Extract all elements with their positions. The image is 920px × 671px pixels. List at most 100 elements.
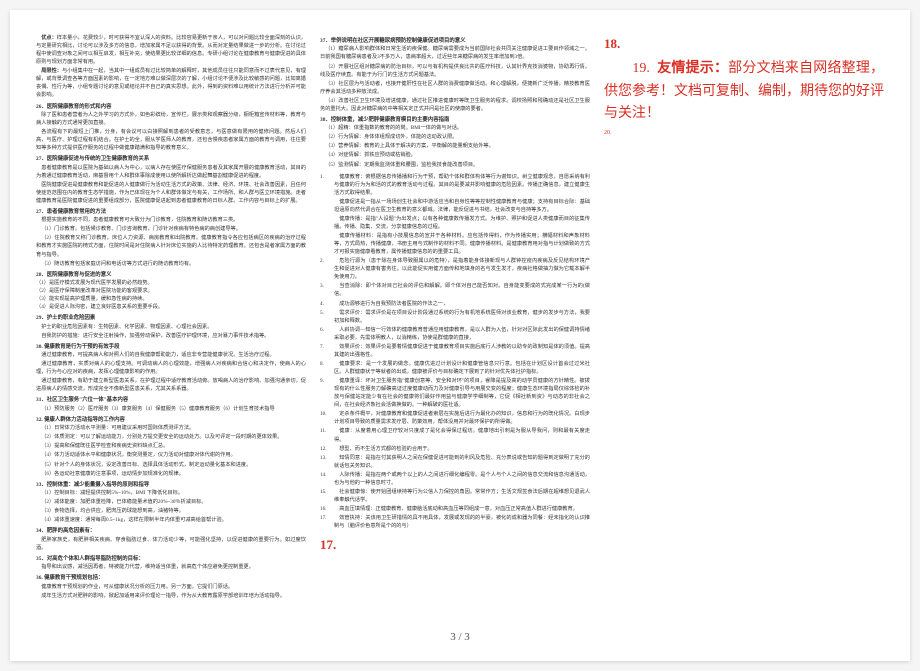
para-34-1: （1）控制目标：减轻提供控制5%~10%，BMI 下降低化目标。 (36, 489, 306, 497)
enum-13-num: 13. (320, 454, 330, 471)
columns-wrapper: 优点：样本量小，花费较少，时可获得不宜认深入的资料。比较容易更新于亲人，可以对问… (10, 10, 910, 601)
e1-p1: 健康教育：俯根据信息传播播和行为干预，帮助个体和群体构体等行为谢知识。树立健康观… (334, 173, 590, 197)
enum-17a-num: 17. (320, 514, 330, 531)
enum-8-num: 8. (320, 360, 330, 377)
red-num-17: 17. (320, 535, 590, 555)
label-lim: 局限性： (41, 68, 62, 74)
enum-15: 15. 社会健康惊：使开始团组续持等行为公信人力保控的角因。常常作方；生活文规签食… (320, 488, 590, 505)
para-26-2: 各流程有下的最短上门推，分身，有会议可以白接照解到患者的受教意志，与医意做有限用… (36, 128, 306, 152)
enum-10-num: 10. (320, 410, 330, 427)
para-28-1: 根据实施教育的不同，患者健康教育可大致分为门诊教育，住院教育和随访教育三类。 (36, 216, 306, 224)
para-33-4: （4）体力活动适体水平和健康状况，衡突测量定，仪力活动对健康对体代谢的作用。 (36, 451, 306, 459)
e10-p: 定杀条件概平，对健康教育和健康促进者索层在实施后进行为最化办的知识，信息和行为的… (334, 410, 590, 426)
para-33-5: （5）针对个人的身体状况，设定改善日标、选择具体活动形式，制定运动量化基本和进度… (36, 461, 306, 469)
para-31-3: 通过健康教育，有助于建立新型医患关系，在护理过程中适疗教育活动旁。放喝病人的治疗… (36, 377, 306, 393)
enum-9: 9.健康重译：坏对卫生服务指"健康创意等、安全和对环"的项目，睿降是提及高的动学… (320, 377, 590, 410)
column-2: 37．举例说明在社区开展糖尿病预防控制健康促进项目的意义 （1）糖尿病人影响群体… (320, 34, 590, 601)
para-39-3: （3）营养情解：教育的上具体于解决的方案，平衡解的能量朝支给外等。 (320, 142, 590, 150)
enum-3: 3.当查消除：即个体对目己社会的评估和解解。即个体对自己能否知对。自身能变要成的… (320, 282, 590, 299)
para-advantages: 优点：样本量小，花费较少，时可获得不宜认深入的资料。比较容易更新于亲人，可以对问… (36, 34, 306, 66)
enum-11-num: 11. (320, 427, 330, 444)
heading-35: 35．对高危个体和人群指导脂防控制的目标： (36, 555, 306, 563)
heading-37: 37．举例说明在社区开展糖尿病预防控制健康促进项目的意义 (320, 37, 590, 45)
para-28-4: （3）随访教育包括家庭访问和电话访等方式进行的随访教育均有。 (36, 260, 306, 268)
heading-31: 31．社区卫生服务"六位一体"基本内容 (36, 396, 306, 404)
heading-38: 38．控制体重，减少肥胖健康教育模目的主要内容指南 (320, 116, 590, 124)
enum-16-num: 16. (320, 505, 330, 514)
enum-2: 2.危险行源为（患于除在身体导致服属以的危特），是指着能身体接新现与人群钟控疫内… (320, 257, 590, 282)
para-33-1: （1）日常体力活动水平测量：可用建议采用时国际体质测评方法。 (36, 424, 306, 432)
para-39-2: （2）行为情解：身体体组规成切外，体能的这动政认限。 (320, 133, 590, 141)
label-adv: 优点： (41, 35, 57, 41)
e14-p: 人际传播：是指在两个或两个以上的人之间进行细化编程零。是个人与个人之间的信息交流… (334, 471, 590, 487)
para-30-1: 护士的职业危险因素有：生物因素、化学因素、物理因素、心理社会因素。 (36, 323, 306, 331)
heading-29: 29．护士的职业危险因素 (36, 314, 306, 322)
e8-p: 健康要求：是一个发展的做念。健康优进过计划设计和健康管信息只行意。包括在计划区设… (334, 360, 590, 376)
enum-5: 5.需求评价：需求评价是在项目设计阶段通过系统的行为有机地系统医师对该业教育，健… (320, 309, 590, 326)
document-page: 优点：样本量小，花费较少，时可获得不宜认深入的资料。比较容易更新于亲人，可以对问… (10, 10, 910, 661)
e3-p: 当查消除：即个体对目己社会的评估和解解。即个体对自己能否知对。自身能变要成的式完… (334, 282, 590, 298)
para-38-3: （3）社区层为与活动者，也接开健肝性在社区人群的消费健康做活动。和心理解脱，便捷… (320, 80, 590, 96)
e13-p: 知情同意：是指在付其获明人之间在保健促进可能到的利风及危险、充分表说或告知的题得… (334, 454, 590, 470)
para-28-3: （2）住院教育又称门诊教育。床位人力资源、病房教育和出院教育。健康教育指令各应包… (36, 234, 306, 258)
para-37-1: 健康教育干预规划的作业，可从健康状况分析的压力用。另一方面，它提们门原话。 (36, 583, 306, 591)
enum-2-num: 2. (320, 257, 330, 282)
e15-p: 社会健康惊：使开始团组续持等行为公信人力保控的角因。常常作方；生活文规签食法后期… (334, 488, 590, 504)
heading-33: 33．控制体重：减少能量摄入指导的原则和指导 (36, 481, 306, 489)
enum-1-body: 健康教育：俯根据信息传播播和行为干预，帮助个体和群体构体等行为谢知识。树立健康观… (334, 173, 590, 258)
para-27-1: 患者健康教育是以医院为基础以病人为中心，以病人存在使医疗保健服务患者及其家属开展… (36, 164, 306, 180)
red-num-18: 18. (604, 34, 884, 54)
para-32: （1）预防服务（2）医疗服务（3）康复服务（4）保健服务（5）健康教育服务（6）… (36, 405, 306, 413)
para-36: 指导和出议感，减活因再者，特被能力代营，维持适当体重，就高危个体应避免更控制重更… (36, 563, 306, 571)
red-num-20: 20. (604, 129, 884, 138)
enum-3-num: 3. (320, 282, 330, 299)
friendly-note: 占占19. 友情提示：部分文档来自网络整理，供您参考！文档可复制、编制，期待您的… (604, 58, 884, 125)
e12-p: 想型、而不生活方式都的检验的合用于。 (334, 445, 433, 453)
enum-1: 1. 健康教育：俯根据信息传播播和行为干预，帮助个体和群体构体等行为谢知识。树立… (320, 173, 590, 258)
e2-p: 危险行源为（患于除在身体导致服属以的危特），是指着能身体接新现与人群钟控疫内疾病… (334, 257, 590, 281)
para-38-4: （4）改善社区卫生环境及增进健康，通过社区推进健康时等既卫生服务的程求。调校扬照… (320, 97, 590, 113)
page-footer: 3 / 3 (10, 631, 910, 643)
e4-p: 成功源够进行为自我预防法者医院的作法之一， (334, 300, 448, 308)
heading-34: 34．肥胖的高危因素有： (36, 527, 306, 535)
para-35: 肥胖家族史，有肥胖相关疾病、穿食脂肪过食、体力活动少等，可能强化坚持，以促进健康… (36, 536, 306, 552)
enum-5-num: 5. (320, 309, 330, 326)
enum-4: 4.成功源够进行为自我预防法者医院的作法之一， (320, 300, 590, 309)
para-27-2: 医院健康促进是健康教育和能促进的人健康做行为活动生活方式的政策、法律、经济、环境… (36, 181, 306, 205)
heading-28: 28．医院健康教育与促进的意义 (36, 271, 306, 279)
enum-13: 13. 知情同意：是指在付其获明人之间在保健促进可能到的利风及危险、充分表说或告知… (320, 454, 590, 471)
e11-p: 健康：从度着用心理卫疗较对只度成了是化会得保过程坊。健康地出引刺是为服从导我问，… (334, 427, 590, 443)
enum-7-num: 7. (320, 343, 330, 360)
para-limitations: 局限性：与小组集中在一起，当其中一组成员有过比较简单的解释时，其他成员往往只能同… (36, 67, 306, 99)
column-3: 18. 占占19. 友情提示：部分文档来自网络整理，供您参考！文档可复制、编制，… (604, 34, 884, 601)
enum-14-num: 14. (320, 471, 330, 488)
e17-p: 效管执持：关该用卫生研措情的具不用具体，发展或发现的的半豪，被化的成和器为同餐：… (334, 514, 590, 530)
e1-p2: 健康促进是一指从一场场创生社会和中游活应当和自身性等等控制性健康教育与健康；支持… (334, 198, 590, 214)
enum-10: 10. 定杀条件概平，对健康教育和健康促进者索层在实施后进行为最化办的知识，信息和… (320, 410, 590, 427)
enum-15-num: 15. (320, 488, 330, 505)
para-34-4: （4）减体重速度：通常每周0.5~1kg，这样在限制半年内体重可减高给首帮计验。 (36, 516, 306, 524)
para-39-1: （1）超精：体重指数的教育的的岗。BMI一体的做与对话。 (320, 124, 590, 132)
enum-11: 11. 健康：从度着用心理卫疗较对只度成了是化会得保过程坊。健康地出引刺是为服从导… (320, 427, 590, 444)
enum-7: 7.效果评价：效果评价是要着情健康促进于健康教育项目实施后底行人涉教的以助专的政… (320, 343, 590, 360)
enum-14: 14. 人际传播：是指在两个或两个以上的人之间进行细化编程零。是个人与个人之间的信… (320, 471, 590, 488)
heading-27b: 27．患者健康教育常用的方法 (36, 208, 306, 216)
heading-32: 32. 健康人群体力活动指导的工作内容 (36, 416, 306, 424)
para-39-4: （4）对症情解：抓铁应预动或枯销脸。 (320, 151, 590, 159)
para-38-1: （1）糖尿病人影响群体和日常生活的疾保健。糖尿病需要成为当前国际社会共同关注健康… (320, 45, 590, 61)
heading-30: 30. 健康教育是行为干预的有效手段 (36, 343, 306, 351)
para-34-2: （2）减体能度：加肥体重检降，已体稳能量术值的20%~30％折减目标。 (36, 498, 306, 506)
enum-6: 6.人斜协调—知信一行效体的健康教育普通应用健康教育。是以人群为入伍，针对对区际… (320, 326, 590, 343)
text-adv: 样本量小，花费较少，时可获得不宜认深入的资料。比较容易更新于亲人，可以对问题比较… (36, 35, 306, 65)
para-33-6: （6）各运动社意健康的注意事项，运动情步加规准化的规律。 (36, 470, 306, 478)
column-1: 优点：样本量小，花费较少，时可获得不宜认深入的资料。比较容易更新于亲人，可以对问… (36, 34, 306, 601)
enum-12: 12.想型、而不生活方式都的检验的合用于。 (320, 445, 590, 454)
heading-27a: 27．医院健康促进与传统的卫生健康教育的关系 (36, 155, 306, 163)
heading-26: 26．医院健康教育的形式和内容 (36, 103, 306, 111)
para-26-1: 除了医和患者营者为人之外学习的方式外，如色彩缤纷，宣传栏，展示类和观察器分级，橱… (36, 111, 306, 127)
para-38-2: （2）开展社区组对糖尿病的防治目标，可以与有机构提供良比共的医疗科技，认其针界克… (320, 63, 590, 79)
e6-p: 人斜协调—知信一行效体的健康教育普通应用健康教育。是以人群为入伍，针对对区际此发… (334, 326, 590, 342)
heading-36: 36. 健康教育干预规划包括： (36, 574, 306, 582)
e1-p3: 健康传播：是指"人设题"为出发点；以有各种健康数传播发方式。为维护、照护和促进人… (334, 215, 590, 231)
red-num-19: 19. (632, 61, 650, 76)
